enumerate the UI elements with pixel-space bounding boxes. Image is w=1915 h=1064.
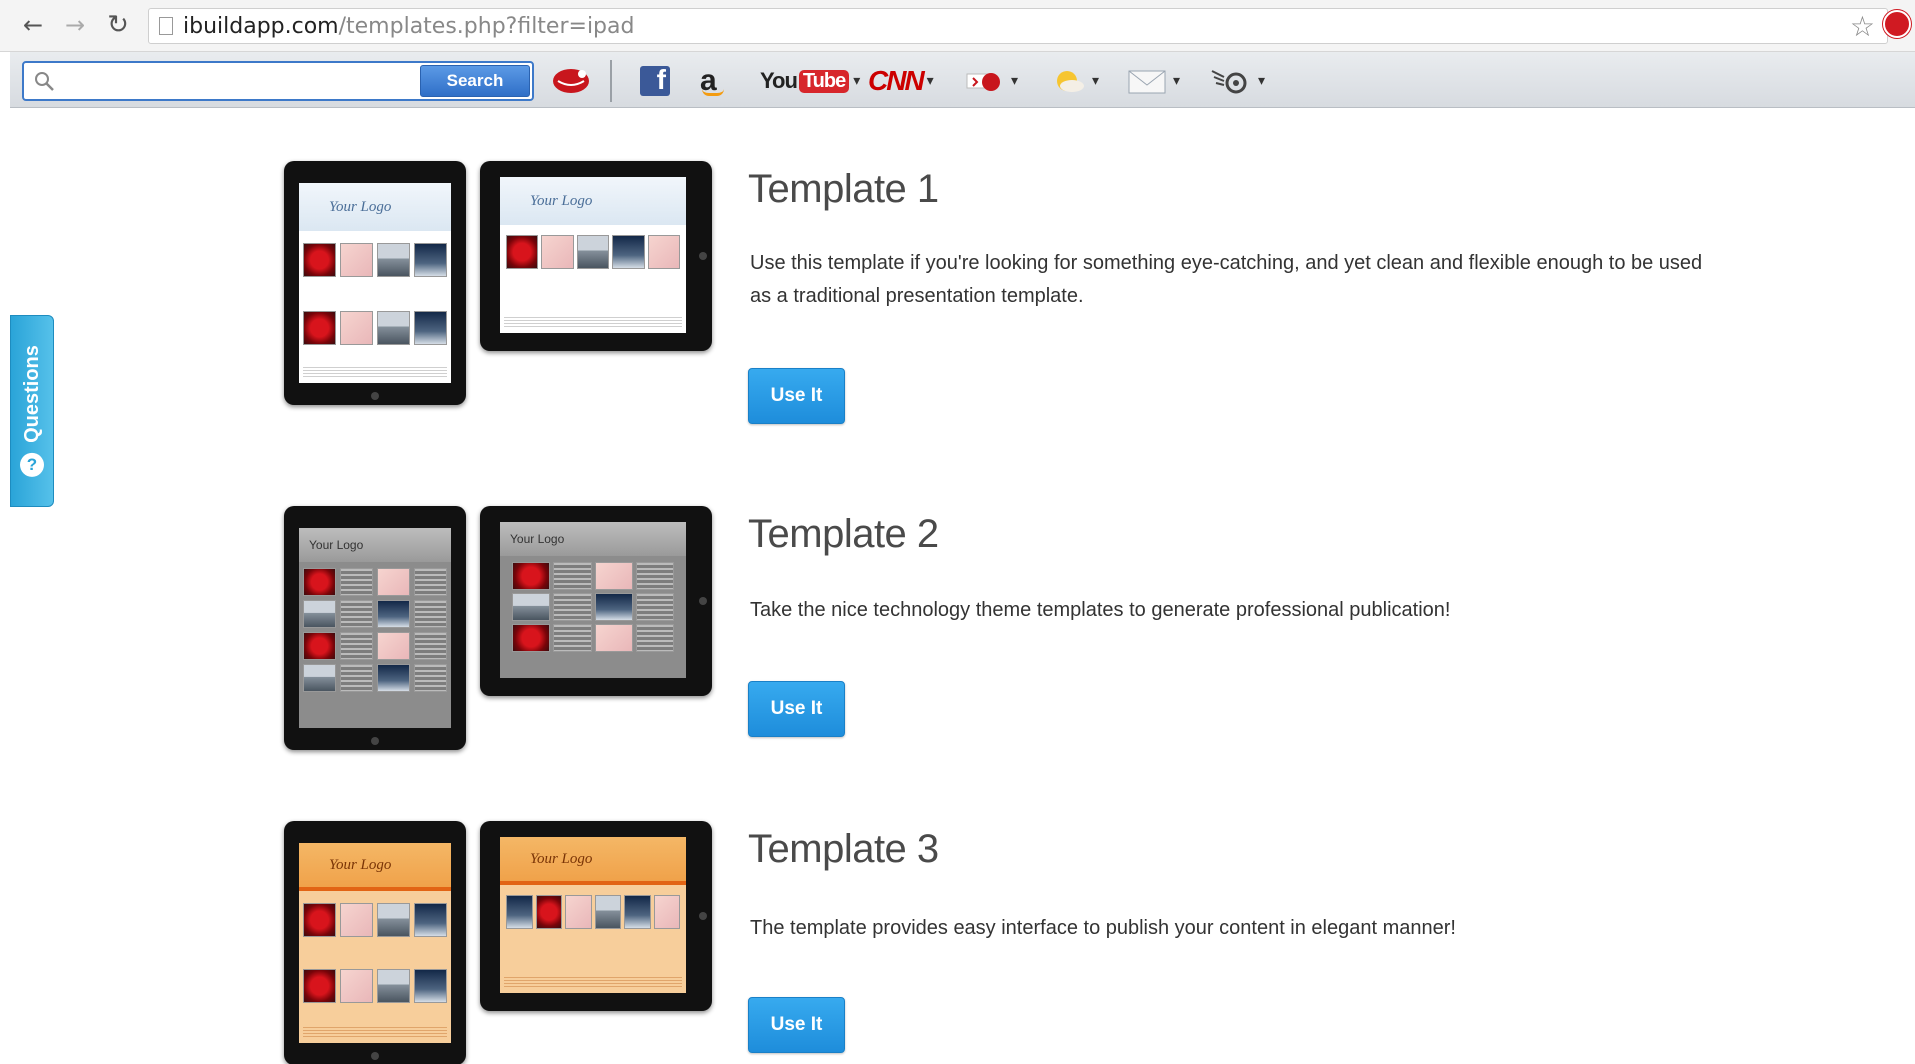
ipad-landscape-preview: Your Logo: [480, 506, 712, 696]
lips-icon[interactable]: [550, 64, 592, 98]
chevron-down-icon[interactable]: ▾: [927, 73, 934, 89]
youtube-icon[interactable]: You Tube ▾: [760, 64, 860, 98]
template-card-1: Your Logo Your Logo Template 1 Use this …: [280, 155, 1702, 424]
facebook-icon[interactable]: f: [640, 64, 670, 98]
chevron-down-icon[interactable]: ▾: [1173, 73, 1180, 89]
questions-feedback-tab[interactable]: ? Questions: [10, 315, 54, 507]
ipad-portrait-preview: Your Logo: [284, 161, 466, 405]
ipad-landscape-preview: Your Logo: [480, 821, 712, 1011]
template-description: The template provides easy interface to …: [750, 917, 1456, 939]
chevron-down-icon[interactable]: ▾: [1011, 73, 1018, 89]
settings-icon[interactable]: ▾: [1210, 64, 1265, 98]
search-icon: [35, 72, 54, 91]
browser-toolbar: Search f a You Tube ▾ CNN ▾ ▾ ▾ ▾ ▾: [10, 52, 1915, 108]
bookmark-star-icon[interactable]: ☆: [1850, 10, 1875, 43]
preview-logo: Your Logo: [299, 528, 451, 562]
use-it-button[interactable]: Use It: [748, 681, 845, 737]
page-icon: [159, 17, 173, 35]
toolbar-search-button[interactable]: Search: [420, 65, 530, 97]
question-icon: ?: [20, 452, 44, 477]
weather-icon[interactable]: ▾: [965, 64, 1018, 98]
template-title: Template 2: [748, 512, 939, 556]
ipad-landscape-preview: Your Logo: [480, 161, 712, 351]
template-title: Template 1: [748, 167, 939, 211]
preview-logo: Your Logo: [500, 522, 686, 556]
template-description: Take the nice technology theme templates…: [750, 599, 1451, 621]
url-path: /templates.php?filter=ipad: [338, 13, 635, 39]
mail-icon[interactable]: ▾: [1127, 64, 1180, 98]
use-it-button[interactable]: Use It: [748, 368, 845, 424]
toolbar-search-input[interactable]: [64, 67, 424, 95]
preview-logo: Your Logo: [299, 183, 451, 231]
ipad-portrait-preview: Your Logo: [284, 821, 466, 1064]
template-description: Use this template if you're looking for …: [750, 252, 1703, 307]
preview-logo: Your Logo: [299, 843, 451, 891]
ipad-portrait-preview: Your Logo: [284, 506, 466, 750]
extension-icon[interactable]: [1883, 10, 1911, 38]
url-host: ibuildapp.com: [183, 13, 339, 39]
template-card-2: Your Logo Your Logo Template 2 Take the …: [280, 500, 1700, 750]
chevron-down-icon[interactable]: ▾: [1092, 73, 1099, 89]
questions-label: Questions: [20, 345, 43, 443]
toolbar-separator: [610, 60, 612, 102]
reload-icon[interactable]: ↻: [103, 10, 133, 40]
preview-logo: Your Logo: [500, 837, 686, 885]
preview-logo: Your Logo: [500, 177, 686, 225]
use-it-button[interactable]: Use It: [748, 997, 845, 1053]
amazon-icon[interactable]: a: [700, 64, 724, 98]
back-arrow-icon[interactable]: ←: [18, 10, 48, 40]
browser-address-bar: ← → ↻ ibuildapp.com /templates.php?filte…: [0, 0, 1915, 52]
forward-arrow-icon[interactable]: →: [60, 10, 90, 40]
template-card-3: Your Logo Your Logo Template 3 The templ…: [280, 815, 1700, 1064]
sun-icon[interactable]: ▾: [1050, 64, 1099, 98]
chevron-down-icon[interactable]: ▾: [1258, 73, 1265, 89]
url-field[interactable]: ibuildapp.com /templates.php?filter=ipad: [148, 8, 1888, 44]
cnn-icon[interactable]: CNN ▾: [868, 64, 934, 98]
chevron-down-icon[interactable]: ▾: [853, 73, 860, 89]
template-title: Template 3: [748, 827, 939, 871]
toolbar-search-box: Search: [22, 61, 534, 101]
